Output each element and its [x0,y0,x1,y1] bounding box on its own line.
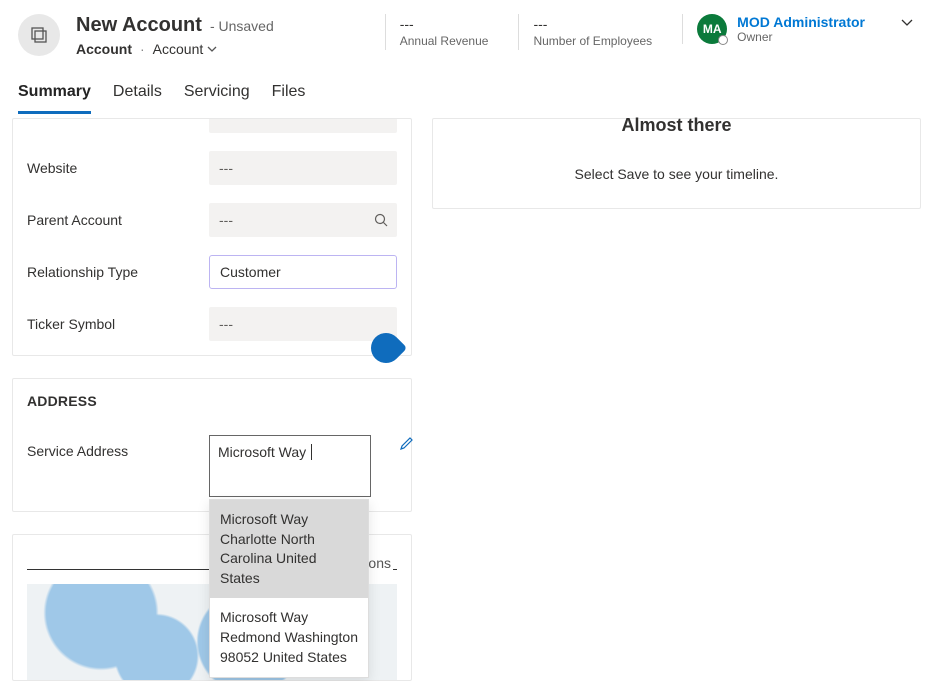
breadcrumb: Account · Account [76,41,274,57]
breadcrumb-entity[interactable]: Account [76,41,132,57]
header-field-num-employees[interactable]: --- Number of Employees [518,14,666,50]
address-section: ADDRESS Service Address Microsoft Way Mi… [12,378,412,512]
header-field-annual-revenue[interactable]: --- Annual Revenue [385,14,503,50]
field-website: Website --- [27,151,397,185]
breadcrumb-form-label: Account [153,41,204,57]
tab-files[interactable]: Files [272,75,306,114]
chevron-down-icon [207,44,217,54]
owner-avatar: MA [697,14,727,44]
parent-account-label: Parent Account [27,212,197,228]
address-suggestions-dropdown: Microsoft Way Charlotte North Carolina U… [209,499,369,678]
record-header: New Account - Unsaved Account · Account … [0,0,933,65]
account-info-section: Website --- Parent Account --- Relations… [12,118,412,356]
website-label: Website [27,160,197,176]
relationship-type-select[interactable]: Customer [209,255,397,289]
cut-off-field[interactable] [209,119,397,133]
num-employees-label: Number of Employees [533,34,652,48]
parent-account-lookup[interactable]: --- [209,203,397,237]
service-address-input[interactable]: Microsoft Way [209,435,371,497]
search-icon[interactable] [373,212,389,228]
tab-summary[interactable]: Summary [18,75,91,114]
annual-revenue-label: Annual Revenue [400,34,489,48]
website-value: --- [219,160,233,176]
relationship-type-value: Customer [220,264,281,280]
entity-icon [29,25,49,45]
form-selector[interactable]: Account [153,41,218,57]
field-ticker-symbol: Ticker Symbol --- [27,307,397,341]
timeline-subtitle: Select Save to see your timeline. [453,166,900,182]
title-block: New Account - Unsaved Account · Account [76,14,274,57]
record-type-icon [18,14,60,56]
parent-account-value: --- [219,212,233,228]
website-input[interactable]: --- [209,151,397,185]
address-section-title: ADDRESS [27,379,397,409]
service-address-value: Microsoft Way [218,444,306,460]
pencil-icon [399,435,415,451]
ticker-value: --- [219,316,233,332]
field-service-address: Service Address Microsoft Way [27,435,397,497]
num-employees-value: --- [533,16,652,32]
address-suggestion[interactable]: Microsoft Way Charlotte North Carolina U… [210,500,368,598]
left-column: Website --- Parent Account --- Relations… [12,118,412,681]
address-suggestion[interactable]: Microsoft Way Redmond Washington 98052 U… [210,598,368,677]
tab-servicing[interactable]: Servicing [184,75,250,114]
form-tabs: Summary Details Servicing Files [0,75,933,114]
field-relationship-type: Relationship Type Customer [27,255,397,289]
ticker-label: Ticker Symbol [27,316,197,332]
field-parent-account: Parent Account --- [27,203,397,237]
tab-details[interactable]: Details [113,75,162,114]
owner-label: Owner [737,30,865,44]
header-expand-button[interactable] [899,14,915,30]
relationship-type-label: Relationship Type [27,264,197,280]
owner-initials: MA [703,22,722,36]
ticker-input[interactable]: --- [209,307,397,341]
right-column: Almost there Select Save to see your tim… [432,118,921,209]
form-body: Website --- Parent Account --- Relations… [0,114,933,681]
breadcrumb-separator: · [140,41,145,57]
presence-icon [718,35,728,45]
timeline-placeholder-card: Almost there Select Save to see your tim… [432,118,921,209]
page-title: New Account [76,14,202,37]
save-status: - Unsaved [210,18,274,34]
chevron-down-icon [899,14,915,30]
annual-revenue-value: --- [400,16,489,32]
service-address-label: Service Address [27,435,197,459]
owner-name: MOD Administrator [737,14,865,30]
edit-address-button[interactable] [399,435,415,451]
header-owner[interactable]: MA MOD Administrator Owner [682,14,865,44]
timeline-title: Almost there [453,115,900,136]
